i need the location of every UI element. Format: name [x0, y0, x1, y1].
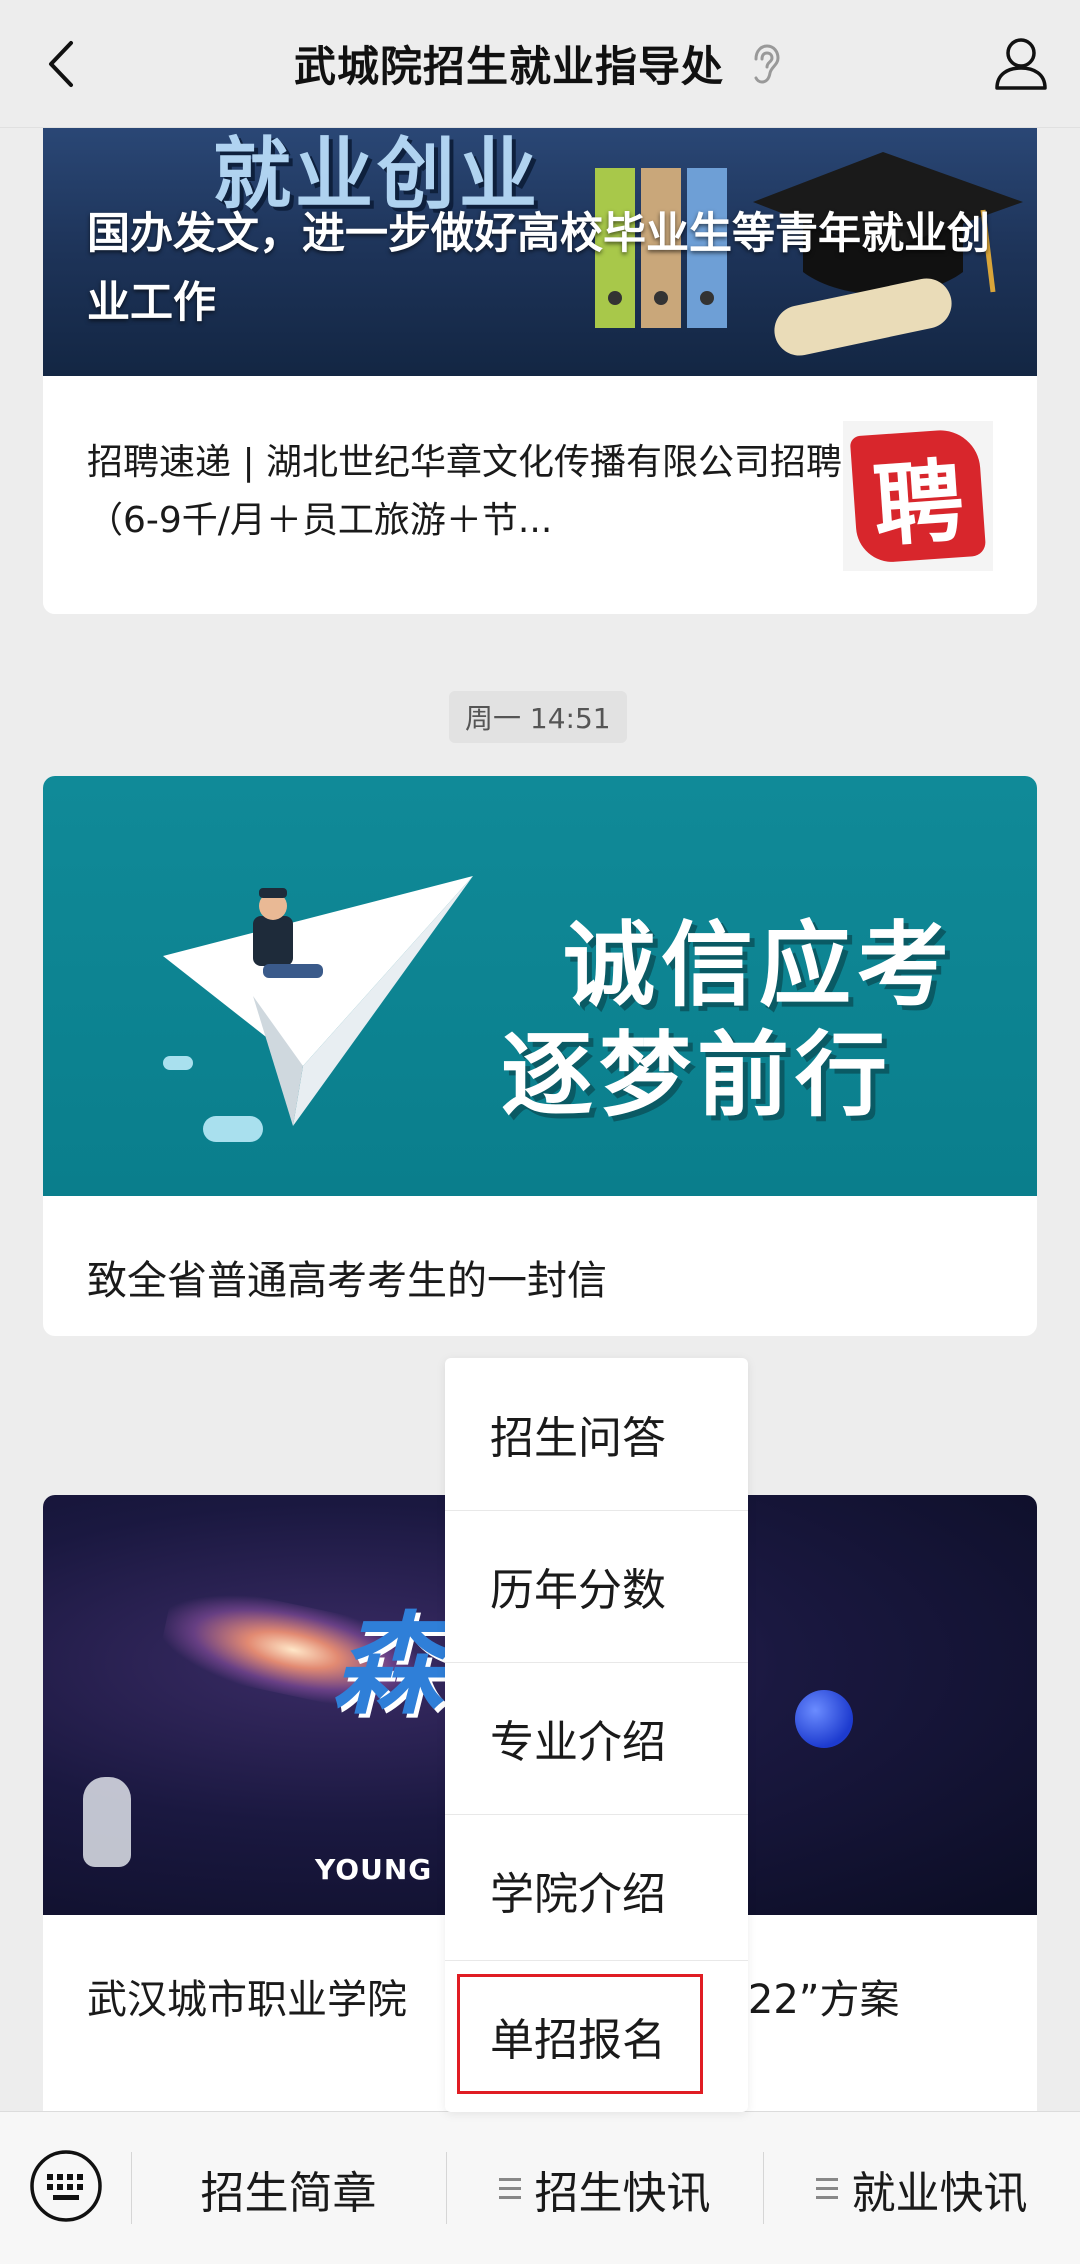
menu-tab-label: 就业快讯	[851, 2167, 1028, 2219]
article-card[interactable]: 就业创业 国办发文，进一步做好高校毕业生等青年就业创业工作 招聘速递 | 湖北世…	[43, 128, 1037, 614]
sub-article-item[interactable]: 招聘速递 | 湖北世纪华章文化传播有限公司招聘（6-9千/月＋员工旅游＋节...…	[43, 376, 1037, 614]
page-title: 武城院招生就业指导处	[293, 42, 724, 91]
menu-tab-admission-news[interactable]: 招生快讯	[446, 2112, 763, 2264]
ear-icon[interactable]	[750, 42, 786, 86]
menu-tab-label: 招生简章	[200, 2167, 377, 2219]
submenu-popup: 招生问答 历年分数 专业介绍 学院介绍 单招报名	[445, 1358, 748, 2112]
sub-article-thumbnail: 聘	[843, 421, 993, 571]
bottom-menu-bar: 招生简章 招生快讯 就业快讯	[0, 2111, 1080, 2264]
submenu-item-college-intro[interactable]: 学院介绍	[445, 1814, 748, 1966]
user-icon	[995, 38, 1047, 90]
submenu-item-majors[interactable]: 专业介绍	[445, 1662, 748, 1814]
menu-tab-admission-guide[interactable]: 招生简章	[131, 2112, 446, 2264]
sub-article-title: 招聘速递 | 湖北世纪华章文化传播有限公司招聘（6-9千/月＋员工旅游＋节...	[87, 442, 843, 541]
chevron-left-icon	[49, 41, 73, 87]
submenu-list-icon	[815, 2178, 838, 2199]
planet-decoration	[795, 1690, 853, 1748]
article-headline: 国办发文，进一步做好高校毕业生等青年就业创业工作	[87, 209, 990, 328]
astronaut-decoration	[83, 1777, 131, 1867]
profile-button[interactable]	[988, 30, 1054, 96]
title-group: 武城院招生就业指导处	[294, 33, 786, 94]
top-nav-bar: 武城院招生就业指导处	[0, 0, 1080, 128]
menu-tab-label: 招生快讯	[534, 2167, 711, 2219]
article-card[interactable]: 诚信应考 逐梦前行 致全省普通高考考生的一封信	[43, 776, 1037, 1336]
keyboard-toggle-button[interactable]	[28, 2148, 104, 2224]
recruit-seal-image: 聘	[849, 427, 987, 565]
article-title: 致全省普通高考考生的一封信	[87, 1258, 607, 1304]
cover-subtitle: YOUNG	[315, 1853, 433, 1886]
submenu-list-icon	[498, 2178, 521, 2199]
article-cover-image[interactable]: 诚信应考 逐梦前行	[43, 776, 1037, 1196]
article-cover-image[interactable]: 就业创业 国办发文，进一步做好高校毕业生等青年就业创业工作	[43, 128, 1037, 376]
cover-slogan-line2: 逐梦前行	[501, 1022, 894, 1129]
message-timestamp: 周一 14:51	[449, 691, 627, 743]
submenu-item-historical-scores[interactable]: 历年分数	[445, 1510, 748, 1662]
submenu-item-faq[interactable]: 招生问答	[445, 1358, 748, 1510]
submenu-item-single-enrollment[interactable]: 单招报名	[445, 1960, 748, 2112]
article-title-head: 武汉城市职业学院	[87, 1977, 407, 2023]
back-button[interactable]	[30, 34, 90, 94]
cover-banner-text: 森	[333, 1601, 443, 1729]
paper-plane-illustration	[163, 876, 473, 1142]
menu-tab-employment-news[interactable]: 就业快讯	[763, 2112, 1080, 2264]
keyboard-icon	[30, 2150, 102, 2222]
